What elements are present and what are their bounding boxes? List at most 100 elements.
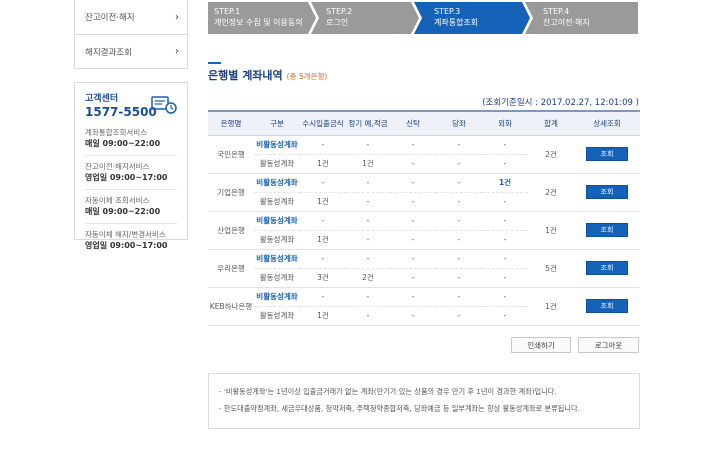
count-value: - bbox=[321, 292, 325, 301]
support-monitor-icon bbox=[151, 96, 177, 114]
service-hours: 자동이체 조회서비스 매일 09:00~22:00 bbox=[85, 189, 177, 217]
count-value: - bbox=[457, 216, 461, 225]
count-cell: - bbox=[390, 173, 436, 193]
table-row: 산업은행 비활동성계좌 - - - - - 1건 조회 bbox=[208, 211, 640, 250]
total-cell: 2건 bbox=[528, 135, 574, 174]
page-title: 은행별 계좌내역 (총 5개은행) bbox=[208, 67, 327, 83]
step-3: STEP.3 계좌통합조회 bbox=[414, 2, 530, 34]
page-title-text: 은행별 계좌내역 bbox=[208, 69, 283, 82]
count-value: - bbox=[457, 140, 461, 149]
count-value: 2건 bbox=[362, 273, 374, 282]
view-detail-button[interactable]: 조회 bbox=[586, 299, 628, 313]
count-value: - bbox=[457, 235, 461, 244]
count-cell: - bbox=[436, 135, 482, 155]
count-value: - bbox=[321, 254, 325, 263]
sidebar-item-close-result[interactable]: 해지결과조회 › bbox=[74, 35, 188, 69]
account-type-active: 활동성계좌 bbox=[254, 154, 300, 174]
view-detail-button[interactable]: 조회 bbox=[586, 261, 628, 275]
count-cell: 1건 bbox=[482, 173, 528, 193]
count-value: - bbox=[411, 311, 415, 320]
bank-name: 기업은행 bbox=[208, 173, 254, 212]
account-type-label: 활동성계좌 bbox=[259, 311, 295, 320]
column-header: 정기 예,적금 bbox=[346, 110, 390, 136]
account-type-inactive: 비활동성계좌 bbox=[254, 173, 300, 193]
note-inactive-account: - '비활동성계좌'는 1년이상 입출금거래가 없는 계좌(만기가 있는 상품의… bbox=[219, 387, 557, 396]
count-value: - bbox=[321, 140, 325, 149]
step-number: STEP.3 bbox=[434, 7, 461, 16]
count-value: 1건 bbox=[317, 159, 329, 168]
account-type-active: 활동성계좌 bbox=[254, 230, 300, 250]
count-cell: - bbox=[346, 306, 390, 326]
detail-cell: 조회 bbox=[574, 287, 640, 326]
print-button[interactable]: 인쇄하기 bbox=[511, 337, 571, 353]
column-header: 상세조회 bbox=[574, 110, 640, 136]
account-type-active: 활동성계좌 bbox=[254, 268, 300, 288]
count-value: - bbox=[457, 311, 461, 320]
count-cell: - bbox=[390, 268, 436, 288]
count-cell: 1건 bbox=[300, 192, 346, 212]
service-time: 영업일 09:00~17:00 bbox=[85, 173, 168, 182]
count-value: - bbox=[411, 197, 415, 206]
account-type-inactive: 비활동성계좌 bbox=[254, 287, 300, 307]
page-subtitle: (총 5개은행) bbox=[286, 72, 328, 81]
detail-cell: 조회 bbox=[574, 249, 640, 288]
count-value: - bbox=[366, 292, 370, 301]
count-value: 1건 bbox=[317, 311, 329, 320]
count-value: 1건 bbox=[317, 235, 329, 244]
column-header: 외화 bbox=[482, 110, 528, 136]
service-time: 매일 09:00~22:00 bbox=[85, 139, 161, 148]
column-header: 당좌 bbox=[436, 110, 482, 136]
count-cell: - bbox=[390, 135, 436, 155]
count-cell: - bbox=[436, 249, 482, 269]
step-progress: STEP.1 개인정보 수집 및 이용동의 STEP.2 로그인 STEP.3 … bbox=[208, 2, 638, 34]
count-value: - bbox=[366, 311, 370, 320]
account-type-label: 비활동성계좌 bbox=[256, 254, 298, 263]
account-type-inactive: 비활동성계좌 bbox=[254, 211, 300, 231]
count-value: - bbox=[503, 311, 507, 320]
step-4: STEP.4 잔고이전·해지 bbox=[525, 2, 638, 34]
sidebar-item-transfer-close[interactable]: 잔고이전·해지 › bbox=[74, 0, 188, 35]
count-cell: - bbox=[390, 287, 436, 307]
count-cell: - bbox=[482, 249, 528, 269]
count-value: - bbox=[366, 178, 370, 187]
count-value: - bbox=[411, 254, 415, 263]
count-cell: - bbox=[482, 306, 528, 326]
service-time: 영업일 09:00~17:00 bbox=[85, 241, 168, 250]
step-number: STEP.2 bbox=[326, 7, 353, 16]
total-cell: 1건 bbox=[528, 287, 574, 326]
count-value: - bbox=[457, 254, 461, 263]
view-detail-button[interactable]: 조회 bbox=[586, 223, 628, 237]
count-value: - bbox=[457, 292, 461, 301]
count-cell: - bbox=[482, 135, 528, 155]
logout-button[interactable]: 로그아웃 bbox=[578, 337, 639, 353]
service-hours: 계좌통합조회서비스 매일 09:00~22:00 bbox=[85, 127, 177, 149]
account-type-label: 활동성계좌 bbox=[259, 159, 295, 168]
view-detail-button[interactable]: 조회 bbox=[586, 147, 628, 161]
count-value: - bbox=[411, 140, 415, 149]
table-row: 국민은행 비활동성계좌 - - - - - 2건 조회 bbox=[208, 135, 640, 174]
note-always-active: - 한도대출약정계좌, 세금우대상품, 청약저축, 주택청약종합저축, 당좌예금… bbox=[219, 404, 580, 413]
service-label: 계좌통합조회서비스 bbox=[85, 128, 148, 137]
count-cell: - bbox=[436, 154, 482, 174]
count-cell: - bbox=[390, 230, 436, 250]
chevron-right-icon: › bbox=[175, 11, 179, 23]
count-cell: - bbox=[390, 154, 436, 174]
count-value: - bbox=[503, 216, 507, 225]
count-cell: - bbox=[436, 173, 482, 193]
column-header: 합계 bbox=[528, 110, 574, 136]
count-value: 1건 bbox=[317, 197, 329, 206]
count-cell: - bbox=[436, 211, 482, 231]
account-type-active: 활동성계좌 bbox=[254, 306, 300, 326]
count-value: - bbox=[366, 216, 370, 225]
count-value: - bbox=[321, 216, 325, 225]
count-cell: - bbox=[300, 211, 346, 231]
count-cell: 1건 bbox=[300, 230, 346, 250]
count-cell: 1건 bbox=[300, 154, 346, 174]
view-detail-button[interactable]: 조회 bbox=[586, 185, 628, 199]
count-cell: - bbox=[300, 173, 346, 193]
total-cell: 2건 bbox=[528, 173, 574, 212]
sidebar-menu: 잔고이전·해지 › 해지결과조회 › bbox=[74, 0, 188, 69]
column-header: 구분 bbox=[254, 110, 300, 136]
count-cell: - bbox=[346, 230, 390, 250]
chevron-right-icon: › bbox=[175, 46, 179, 57]
